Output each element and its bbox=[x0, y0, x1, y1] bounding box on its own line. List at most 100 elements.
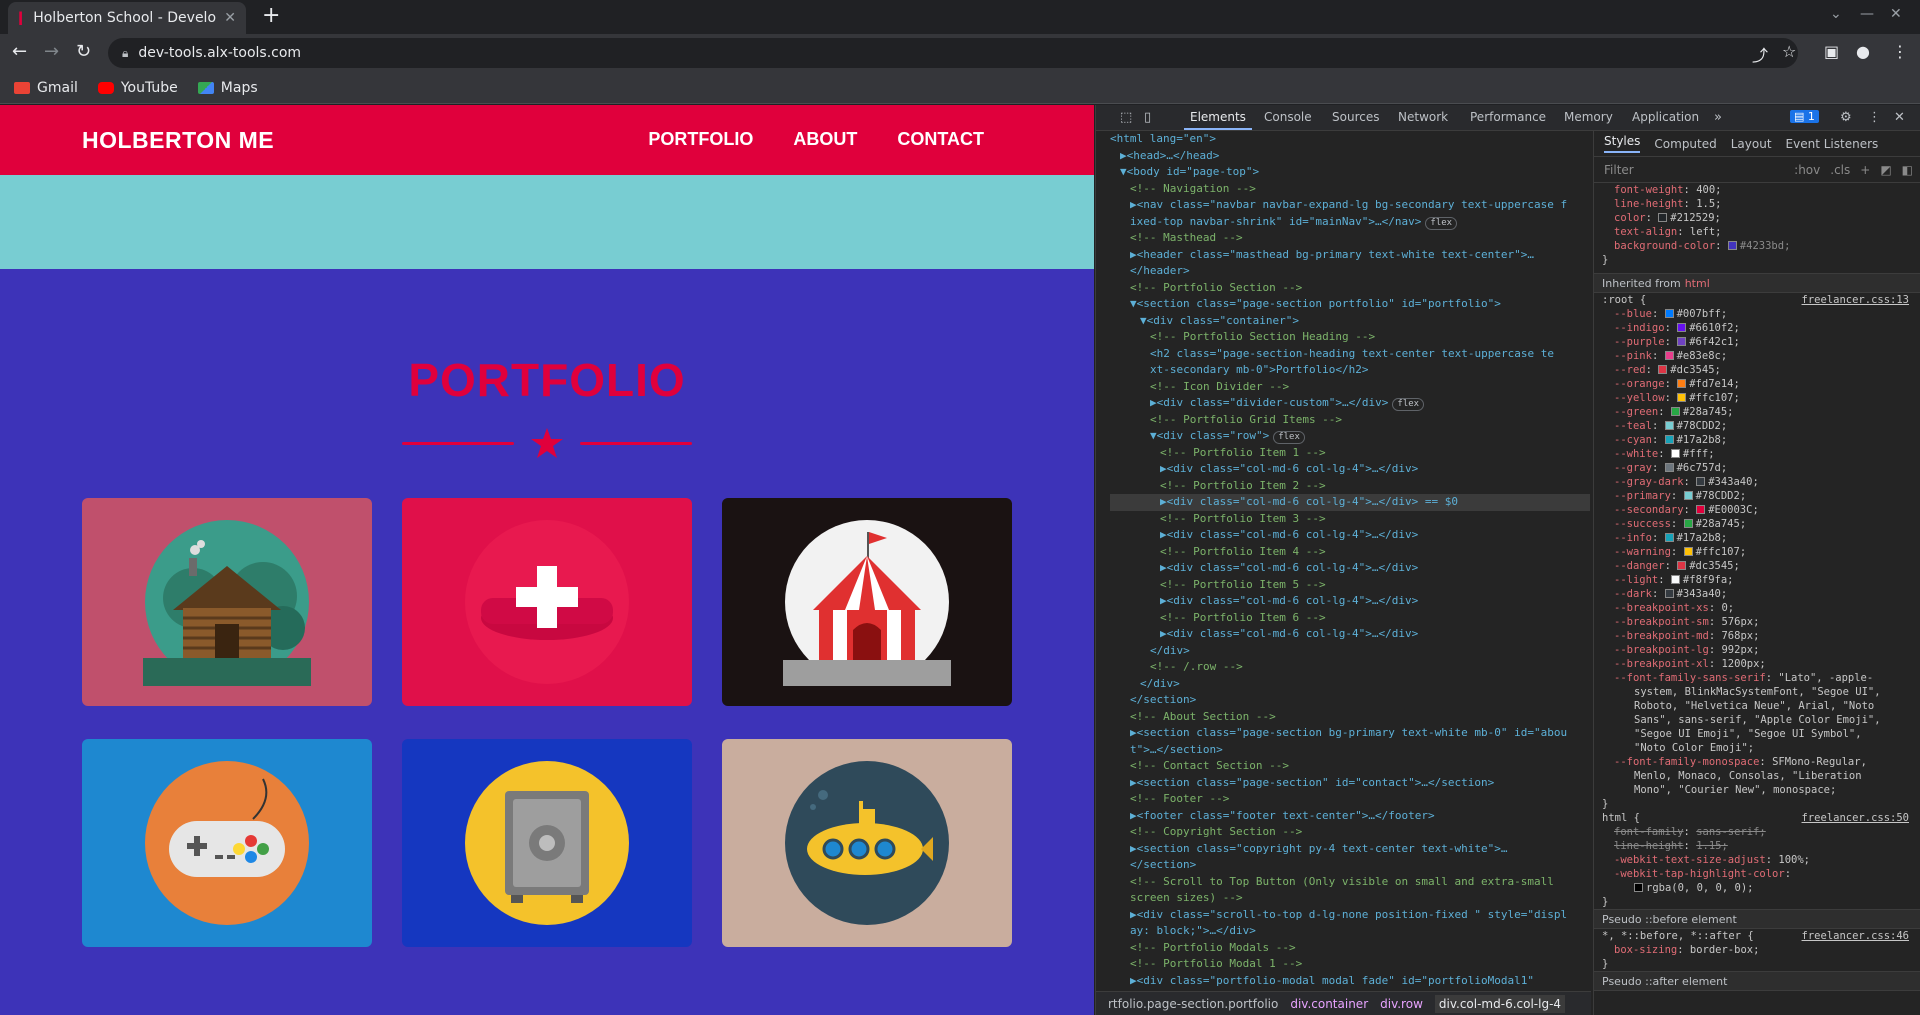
css-declaration[interactable]: --font-family-sans-serif: "Lato", -apple… bbox=[1602, 671, 1920, 685]
css-declaration[interactable]: --danger: #dc3545; bbox=[1602, 559, 1920, 573]
css-declaration[interactable]: --breakpoint-sm: 576px; bbox=[1602, 615, 1920, 629]
paint-icon[interactable]: ◩ bbox=[1880, 163, 1891, 177]
dom-node-line[interactable]: </section> bbox=[1110, 692, 1590, 709]
dom-node-line[interactable]: ▶<header class="masthead bg-primary text… bbox=[1110, 247, 1590, 264]
css-declaration[interactable]: --success: #28a745; bbox=[1602, 517, 1920, 531]
dom-node-line[interactable]: <!-- Portfolio Modals --> bbox=[1110, 940, 1590, 957]
portfolio-item-game[interactable] bbox=[82, 739, 372, 947]
devtools-tab-application[interactable]: Application bbox=[1632, 110, 1699, 124]
css-declaration[interactable]: --info: #17a2b8; bbox=[1602, 531, 1920, 545]
breadcrumb-item[interactable]: div.row bbox=[1380, 997, 1423, 1011]
css-declaration[interactable]: --breakpoint-xs: 0; bbox=[1602, 601, 1920, 615]
css-declaration[interactable]: rgba(0, 0, 0, 0); bbox=[1602, 881, 1920, 895]
css-declaration[interactable]: --secondary: #E0003C; bbox=[1602, 503, 1920, 517]
new-rule-icon[interactable]: + bbox=[1860, 163, 1870, 177]
css-declaration[interactable]: --primary: #78CDD2; bbox=[1602, 489, 1920, 503]
dom-node-line[interactable]: ▼<section class="page-section portfolio"… bbox=[1110, 296, 1590, 313]
dom-node-line[interactable]: <html lang="en"> bbox=[1110, 131, 1590, 148]
css-declaration[interactable]: --warning: #ffc107; bbox=[1602, 545, 1920, 559]
color-swatch-icon[interactable] bbox=[1664, 421, 1674, 430]
color-swatch-icon[interactable] bbox=[1677, 337, 1687, 346]
share-icon[interactable]: ⤴ bbox=[1752, 42, 1768, 66]
dom-node-line[interactable]: ▶<div class="divider-custom">…</div> flex bbox=[1110, 395, 1590, 412]
cls-toggle[interactable]: .cls bbox=[1830, 163, 1850, 177]
color-swatch-icon[interactable] bbox=[1634, 883, 1643, 892]
dom-node-line[interactable]: </section> bbox=[1110, 857, 1590, 874]
dom-node-line[interactable]: <!-- Portfolio Item 2 --> bbox=[1110, 478, 1590, 495]
site-brand[interactable]: HOLBERTON ME bbox=[82, 127, 274, 154]
css-declaration[interactable]: background-color: #4233bd; bbox=[1602, 239, 1920, 253]
portfolio-item-circus[interactable] bbox=[722, 498, 1012, 706]
breadcrumb-item[interactable]: div.container bbox=[1290, 997, 1368, 1011]
dom-node-line[interactable]: ixed-top navbar-shrink" id="mainNav">…</… bbox=[1110, 214, 1590, 231]
subtab-computed[interactable]: Computed bbox=[1654, 137, 1716, 151]
css-declaration[interactable]: --breakpoint-xl: 1200px; bbox=[1602, 657, 1920, 671]
devtools-tab-sources[interactable]: Sources bbox=[1332, 110, 1379, 124]
dom-node-line[interactable]: <!-- Copyright Section --> bbox=[1110, 824, 1590, 841]
color-swatch-icon[interactable] bbox=[1677, 379, 1687, 388]
dom-node-line[interactable]: ▶<nav class="navbar navbar-expand-lg bg-… bbox=[1110, 197, 1590, 214]
portfolio-item-cake[interactable] bbox=[402, 498, 692, 706]
dom-node-line[interactable]: <!-- Portfolio Section --> bbox=[1110, 280, 1590, 297]
css-declaration[interactable]: --breakpoint-lg: 992px; bbox=[1602, 643, 1920, 657]
dom-node-line[interactable]: ▶<div class="col-md-6 col-lg-4">…</div> bbox=[1110, 593, 1590, 610]
flex-badge[interactable]: flex bbox=[1392, 398, 1425, 411]
nav-link-contact[interactable]: CONTACT bbox=[897, 129, 984, 150]
dom-node-line[interactable]: <!-- Portfolio Item 1 --> bbox=[1110, 445, 1590, 462]
dom-node-line[interactable]: <!-- Portfolio Modal 1 --> bbox=[1110, 956, 1590, 973]
dom-node-line[interactable]: <!-- Portfolio Item 3 --> bbox=[1110, 511, 1590, 528]
css-declaration[interactable]: --teal: #78CDD2; bbox=[1602, 419, 1920, 433]
bookmark-youtube[interactable]: YouTube bbox=[97, 80, 178, 96]
flex-badge[interactable]: flex bbox=[1425, 216, 1458, 230]
dom-node-line[interactable]: </div> bbox=[1110, 643, 1590, 660]
back-icon[interactable]: ← bbox=[12, 42, 27, 62]
dom-node-line[interactable]: <!-- Portfolio Grid Items --> bbox=[1110, 412, 1590, 429]
dom-node-line[interactable]: ▼<div class="container"> bbox=[1110, 313, 1590, 330]
color-swatch-icon[interactable] bbox=[1683, 519, 1693, 528]
color-swatch-icon[interactable] bbox=[1664, 589, 1674, 598]
inspect-element-icon[interactable]: ⬚ bbox=[1120, 110, 1132, 125]
dom-node-line[interactable]: ▶<div class="portfolio-modal modal fade"… bbox=[1110, 973, 1590, 990]
color-swatch-icon[interactable] bbox=[1677, 561, 1687, 570]
css-declaration[interactable]: Roboto, "Helvetica Neue", Arial, "Noto bbox=[1602, 699, 1920, 713]
bookmark-gmail[interactable]: Gmail bbox=[14, 80, 78, 96]
devtools-tab-performance[interactable]: Performance bbox=[1470, 110, 1546, 124]
dom-node-line[interactable]: <!-- Portfolio Item 5 --> bbox=[1110, 577, 1590, 594]
profile-avatar-icon[interactable]: ● bbox=[1856, 42, 1870, 61]
devtools-menu-icon[interactable]: ⋮ bbox=[1868, 110, 1881, 125]
css-declaration[interactable]: Sans", sans-serif, "Apple Color Emoji", bbox=[1602, 713, 1920, 727]
css-declaration[interactable]: --purple: #6f42c1; bbox=[1602, 335, 1920, 349]
devtools-tab-network[interactable]: Network bbox=[1398, 110, 1448, 124]
css-declaration[interactable]: font-weight: 400; bbox=[1602, 183, 1920, 197]
side-panel-icon[interactable]: ▣ bbox=[1824, 42, 1839, 61]
portfolio-item-cabin[interactable] bbox=[82, 498, 372, 706]
settings-gear-icon[interactable]: ⚙ bbox=[1840, 110, 1852, 125]
breadcrumb-item[interactable]: rtfolio.page-section.portfolio bbox=[1108, 997, 1278, 1011]
css-declaration[interactable]: Menlo, Monaco, Consolas, "Liberation bbox=[1602, 769, 1920, 783]
color-swatch-icon[interactable] bbox=[1658, 365, 1668, 374]
css-declaration[interactable]: --red: #dc3545; bbox=[1602, 363, 1920, 377]
dom-node-line[interactable]: ▼<div class="row"> flex bbox=[1110, 428, 1590, 445]
dom-node-line[interactable]: ▶<footer class="footer text-center">…</f… bbox=[1110, 808, 1590, 825]
dom-node-line[interactable]: ▶<div class="col-md-6 col-lg-4">…</div> bbox=[1110, 560, 1590, 577]
css-declaration[interactable]: --dark: #343a40; bbox=[1602, 587, 1920, 601]
css-declaration[interactable]: system, BlinkMacSystemFont, "Segoe UI", bbox=[1602, 685, 1920, 699]
devtools-tab-elements[interactable]: Elements bbox=[1184, 110, 1252, 130]
dom-node-line[interactable]: </div> bbox=[1110, 676, 1590, 693]
more-tabs-icon[interactable]: » bbox=[1714, 110, 1722, 125]
close-window-icon[interactable]: ✕ bbox=[1890, 6, 1902, 22]
dom-node-line[interactable]: <h2 class="page-section-heading text-cen… bbox=[1110, 346, 1590, 363]
hov-toggle[interactable]: :hov bbox=[1794, 163, 1820, 177]
dom-node-line[interactable]: screen sizes) --> bbox=[1110, 890, 1590, 907]
minimize-icon[interactable]: — bbox=[1860, 6, 1874, 22]
toggle-sidebar-icon[interactable]: ◧ bbox=[1902, 163, 1913, 177]
devtools-tab-console[interactable]: Console bbox=[1264, 110, 1312, 124]
css-declaration[interactable]: --cyan: #17a2b8; bbox=[1602, 433, 1920, 447]
flex-badge[interactable]: flex bbox=[1273, 431, 1305, 444]
css-declaration[interactable]: --gray-dark: #343a40; bbox=[1602, 475, 1920, 489]
portfolio-item-submarine[interactable] bbox=[722, 739, 1012, 947]
css-declaration[interactable]: --green: #28a745; bbox=[1602, 405, 1920, 419]
dom-node-line[interactable]: <!-- Scroll to Top Button (Only visible … bbox=[1110, 874, 1590, 891]
devtools-tab-memory[interactable]: Memory bbox=[1564, 110, 1613, 124]
css-declaration[interactable]: box-sizing: border-box; bbox=[1602, 943, 1920, 957]
